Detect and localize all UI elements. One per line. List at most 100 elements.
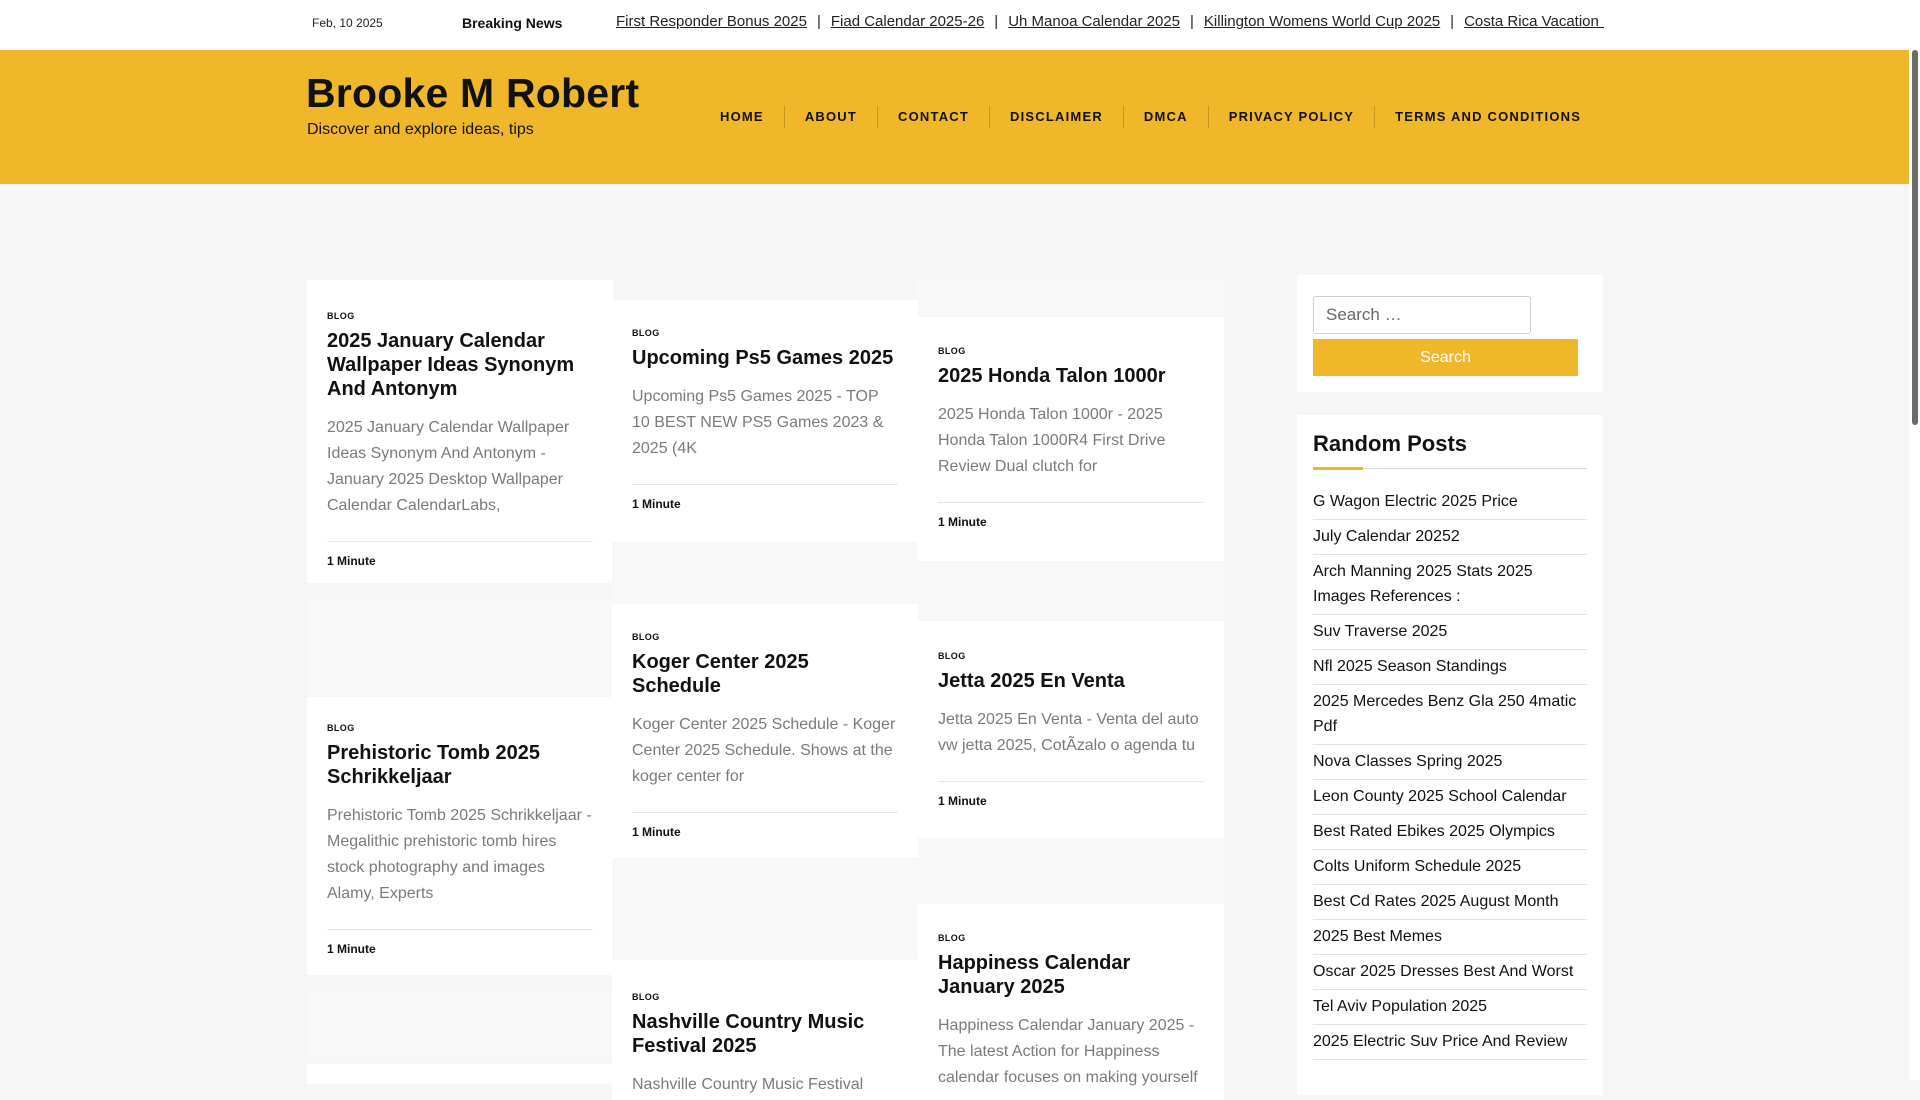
post-thumbnail[interactable] (918, 839, 1224, 903)
post-card: BLOG Nashville Country Music Festival 20… (612, 960, 918, 1100)
ticker-separator: | (816, 13, 821, 30)
ticker-link[interactable]: Uh Manoa Calendar 2025 (1008, 13, 1180, 30)
random-post-link[interactable]: July Calendar 20252 (1313, 520, 1587, 555)
random-posts-widget: Random Posts G Wagon Electric 2025 Price… (1297, 415, 1603, 1095)
random-post-link[interactable]: 2025 Electric Suv Price And Review (1313, 1025, 1587, 1060)
card-divider (327, 929, 593, 930)
post-thumbnail[interactable] (307, 598, 613, 696)
breaking-news-ticker: First Responder Bonus 2025 | Fiad Calendar… (616, 13, 1604, 37)
post-category[interactable]: BLOG (632, 632, 898, 642)
post-excerpt: 2025 Honda Talon 1000r - 2025 Honda Talo… (938, 406, 1166, 475)
post-category[interactable]: BLOG (327, 311, 593, 321)
random-post-link[interactable]: Tel Aviv Population 2025 (1313, 990, 1587, 1025)
post-thumbnail[interactable] (918, 280, 1224, 316)
post-category[interactable]: BLOG (327, 723, 593, 733)
ticker-link[interactable]: First Responder Bonus 2025 (616, 13, 807, 30)
random-post-link[interactable]: Suv Traverse 2025 (1313, 615, 1587, 650)
random-posts-list: G Wagon Electric 2025 Price July Calenda… (1313, 485, 1587, 1060)
nav-home[interactable]: HOME (700, 106, 784, 128)
ticker-link[interactable]: Fiad Calendar 2025-26 (831, 13, 984, 30)
post-excerpt: Jetta 2025 En Venta - Venta del auto vw … (938, 711, 1199, 754)
random-post-link[interactable]: Nova Classes Spring 2025 (1313, 745, 1587, 780)
search-button[interactable]: Search (1313, 339, 1578, 376)
card-divider (632, 812, 898, 813)
post-read-time: 1 Minute (632, 825, 681, 839)
post-title[interactable]: 2025 Honda Talon 1000r (938, 364, 1204, 388)
current-date: Feb, 10 2025 (312, 16, 383, 30)
post-excerpt: Upcoming Ps5 Games 2025 - TOP 10 BEST NE… (632, 388, 884, 457)
search-input[interactable] (1313, 296, 1531, 334)
widget-title-accent (1313, 467, 1363, 470)
nav-privacy-policy[interactable]: PRIVACY POLICY (1207, 106, 1374, 128)
post-read-time: 1 Minute (327, 942, 376, 956)
ticker-separator: | (1450, 13, 1455, 30)
card-divider (327, 541, 593, 542)
post-title[interactable]: 2025 January Calendar Wallpaper Ideas Sy… (327, 329, 593, 401)
post-title[interactable]: Happiness Calendar January 2025 (938, 951, 1204, 999)
scrollbar-thumb[interactable] (1912, 50, 1918, 425)
post-excerpt: Koger Center 2025 Schedule - Koger Cente… (632, 716, 896, 785)
post-thumbnail[interactable] (612, 859, 918, 959)
post-excerpt: Nashville Country Music Festival (632, 1076, 864, 1093)
card-divider (938, 781, 1204, 782)
post-category[interactable]: BLOG (938, 933, 1204, 943)
top-bar: Feb, 10 2025 Breaking News First Respond… (0, 0, 1909, 50)
post-excerpt: Prehistoric Tomb 2025 Schrikkeljaar - Me… (327, 807, 592, 902)
post-card: BLOG Upcoming Ps5 Games 2025 Upcoming Ps… (612, 300, 918, 542)
random-post-link[interactable]: Nfl 2025 Season Standings (1313, 650, 1587, 685)
card-divider (938, 502, 1204, 503)
post-read-time: 1 Minute (938, 515, 987, 529)
search-widget: Search (1297, 275, 1603, 392)
site-tagline: Discover and explore ideas, tips (307, 121, 534, 138)
post-card: BLOG Happiness Calendar January 2025 Hap… (918, 904, 1224, 1100)
post-title[interactable]: Koger Center 2025 Schedule (632, 650, 898, 698)
nav-disclaimer[interactable]: DISCLAIMER (989, 106, 1123, 128)
breaking-news-label: Breaking News (462, 15, 563, 31)
post-thumbnail[interactable] (307, 990, 613, 1058)
random-post-link[interactable]: 2025 Best Memes (1313, 920, 1587, 955)
post-title[interactable]: Nashville Country Music Festival 2025 (632, 1010, 898, 1058)
post-card: BLOG Jetta 2025 En Venta Jetta 2025 En V… (918, 621, 1224, 838)
post-card: BLOG Koger Center 2025 Schedule Koger Ce… (612, 604, 918, 858)
post-excerpt: 2025 January Calendar Wallpaper Ideas Sy… (327, 419, 570, 514)
post-category[interactable]: BLOG (632, 992, 898, 1002)
site-header: Brooke M Robert Discover and explore ide… (0, 50, 1909, 184)
random-post-link[interactable]: Colts Uniform Schedule 2025 (1313, 850, 1587, 885)
post-title[interactable]: Jetta 2025 En Venta (938, 669, 1204, 693)
random-post-link[interactable]: Best Cd Rates 2025 August Month (1313, 885, 1587, 920)
post-excerpt: Happiness Calendar January 2025 - The la… (938, 1017, 1198, 1086)
post-read-time: 1 Minute (938, 794, 987, 808)
post-thumbnail[interactable] (307, 1064, 613, 1084)
random-post-link[interactable]: 2025 Mercedes Benz Gla 250 4matic Pdf (1313, 685, 1587, 745)
ticker-link[interactable]: Costa Rica Vacation Packages 2025 (1464, 13, 1604, 30)
post-title[interactable]: Prehistoric Tomb 2025 Schrikkeljaar (327, 741, 593, 789)
post-read-time: 1 Minute (632, 497, 681, 511)
nav-about[interactable]: ABOUT (783, 106, 877, 128)
post-read-time: 1 Minute (327, 554, 376, 568)
ticker-separator: | (994, 13, 999, 30)
post-thumbnail[interactable] (612, 543, 918, 603)
ticker-link[interactable]: Killington Womens World Cup 2025 (1204, 13, 1440, 30)
main-navigation: HOME ABOUT CONTACT DISCLAIMER DMCA PRIVA… (700, 106, 1601, 128)
random-post-link[interactable]: Leon County 2025 School Calendar (1313, 780, 1587, 815)
post-thumbnail[interactable] (918, 562, 1224, 620)
nav-dmca[interactable]: DMCA (1122, 106, 1208, 128)
site-title[interactable]: Brooke M Robert (306, 70, 639, 117)
post-card: BLOG Prehistoric Tomb 2025 Schrikkeljaar… (307, 697, 613, 975)
ticker-separator: | (1190, 13, 1194, 30)
card-divider (632, 484, 898, 485)
random-posts-title: Random Posts (1313, 431, 1468, 456)
random-post-link[interactable]: Best Rated Ebikes 2025 Olympics (1313, 815, 1587, 850)
post-card: BLOG 2025 Honda Talon 1000r 2025 Honda T… (918, 317, 1224, 561)
page-scrollbar[interactable] (1909, 0, 1920, 1080)
random-post-link[interactable]: Oscar 2025 Dresses Best And Worst (1313, 955, 1587, 990)
post-title[interactable]: Upcoming Ps5 Games 2025 (632, 346, 898, 370)
nav-contact[interactable]: CONTACT (877, 106, 989, 128)
post-card: BLOG 2025 January Calendar Wallpaper Ide… (307, 280, 613, 583)
post-category[interactable]: BLOG (632, 328, 898, 338)
nav-terms-and-conditions[interactable]: TERMS AND CONDITIONS (1374, 106, 1601, 128)
post-category[interactable]: BLOG (938, 651, 1204, 661)
random-post-link[interactable]: G Wagon Electric 2025 Price (1313, 485, 1587, 520)
random-post-link[interactable]: Arch Manning 2025 Stats 2025 Images Refe… (1313, 555, 1587, 615)
post-category[interactable]: BLOG (938, 346, 1204, 356)
